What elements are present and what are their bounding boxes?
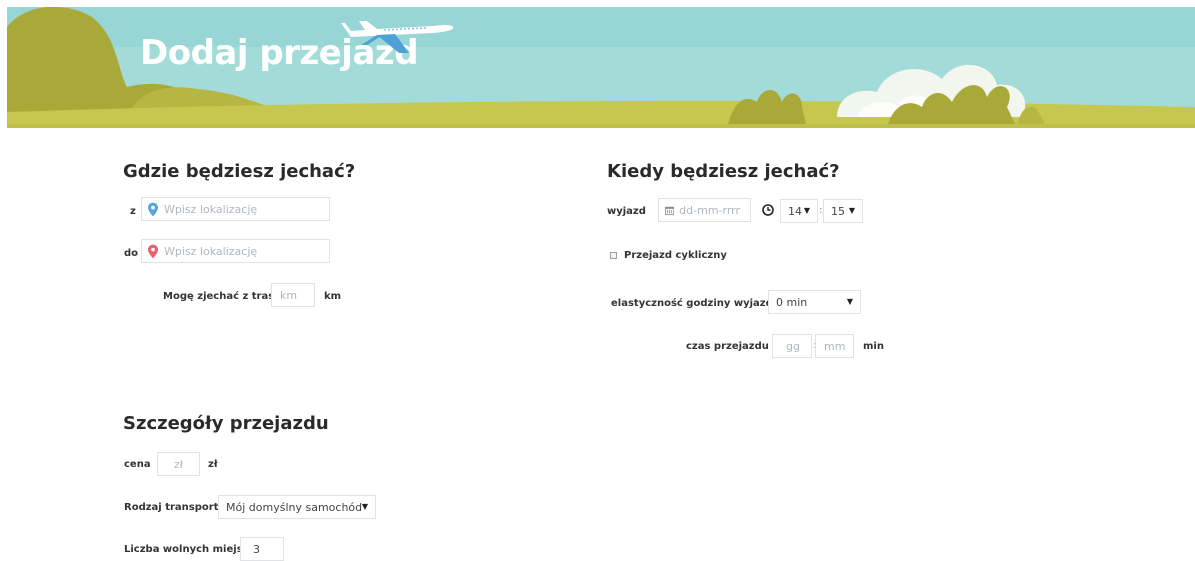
detour-km-input[interactable] <box>271 283 315 307</box>
chevron-down-icon: ▼ <box>848 206 855 215</box>
departure-minute-select[interactable]: 15 ▼ <box>823 199 863 223</box>
from-location-text[interactable] <box>164 202 329 216</box>
duration-label: czas przejazdu <box>686 341 769 352</box>
price-text[interactable] <box>174 457 199 471</box>
departure-date-text[interactable] <box>679 203 750 217</box>
transport-select[interactable]: Mój domyślny samochód ▼ <box>218 495 376 519</box>
airplane-icon <box>341 21 454 53</box>
departure-date-input[interactable] <box>658 198 751 222</box>
duration-hours-text[interactable] <box>786 339 811 353</box>
calendar-icon <box>665 206 675 215</box>
header-banner: Dodaj przejazd <box>7 7 1195 128</box>
clock-icon <box>762 204 774 216</box>
departure-hour-select[interactable]: 14 ▼ <box>780 199 818 223</box>
detour-label: Mogę zjechać z trasy <box>163 291 281 302</box>
detour-unit: km <box>324 291 342 302</box>
departure-hour-value: 14 <box>788 204 802 218</box>
price-unit: zł <box>208 459 218 470</box>
recurring-checkbox[interactable] <box>610 252 617 259</box>
duration-minutes-text[interactable] <box>824 339 853 353</box>
where-heading: Gdzie będziesz jechać? <box>123 161 356 182</box>
duration-minutes-input[interactable] <box>815 334 854 358</box>
to-location-input[interactable] <box>141 239 330 263</box>
to-location-text[interactable] <box>164 244 329 258</box>
seats-input[interactable]: 3 <box>240 537 284 561</box>
price-input[interactable] <box>157 452 200 476</box>
time-separator: : <box>819 205 823 216</box>
chevron-down-icon: ▼ <box>846 297 853 306</box>
to-label: do <box>124 248 139 259</box>
flexibility-value: 0 min <box>776 295 808 309</box>
flexibility-label: elastyczność godziny wyjazdu <box>611 298 780 309</box>
seats-label: Liczba wolnych miejsc <box>124 544 249 555</box>
transport-label: Rodzaj transportu <box>124 502 226 513</box>
flexibility-select[interactable]: 0 min ▼ <box>768 290 861 314</box>
from-location-input[interactable] <box>141 197 330 221</box>
chevron-down-icon: ▼ <box>803 206 810 215</box>
seats-value: 3 <box>253 542 260 556</box>
departure-label: wyjazd <box>607 206 646 217</box>
duration-hours-input[interactable] <box>772 334 812 358</box>
price-label: cena <box>124 459 151 470</box>
details-heading: Szczegóły przejazdu <box>123 413 329 434</box>
from-label: z <box>130 206 136 217</box>
detour-km-text[interactable] <box>280 288 314 302</box>
transport-value: Mój domyślny samochód <box>226 500 363 514</box>
chevron-down-icon: ▼ <box>361 502 368 511</box>
when-heading: Kiedy będziesz jechać? <box>607 161 840 182</box>
location-pin-blue-icon <box>148 202 159 216</box>
recurring-label: Przejazd cykliczny <box>624 250 727 261</box>
location-pin-red-icon <box>148 244 159 258</box>
duration-unit: min <box>863 341 884 352</box>
departure-minute-value: 15 <box>831 204 845 218</box>
